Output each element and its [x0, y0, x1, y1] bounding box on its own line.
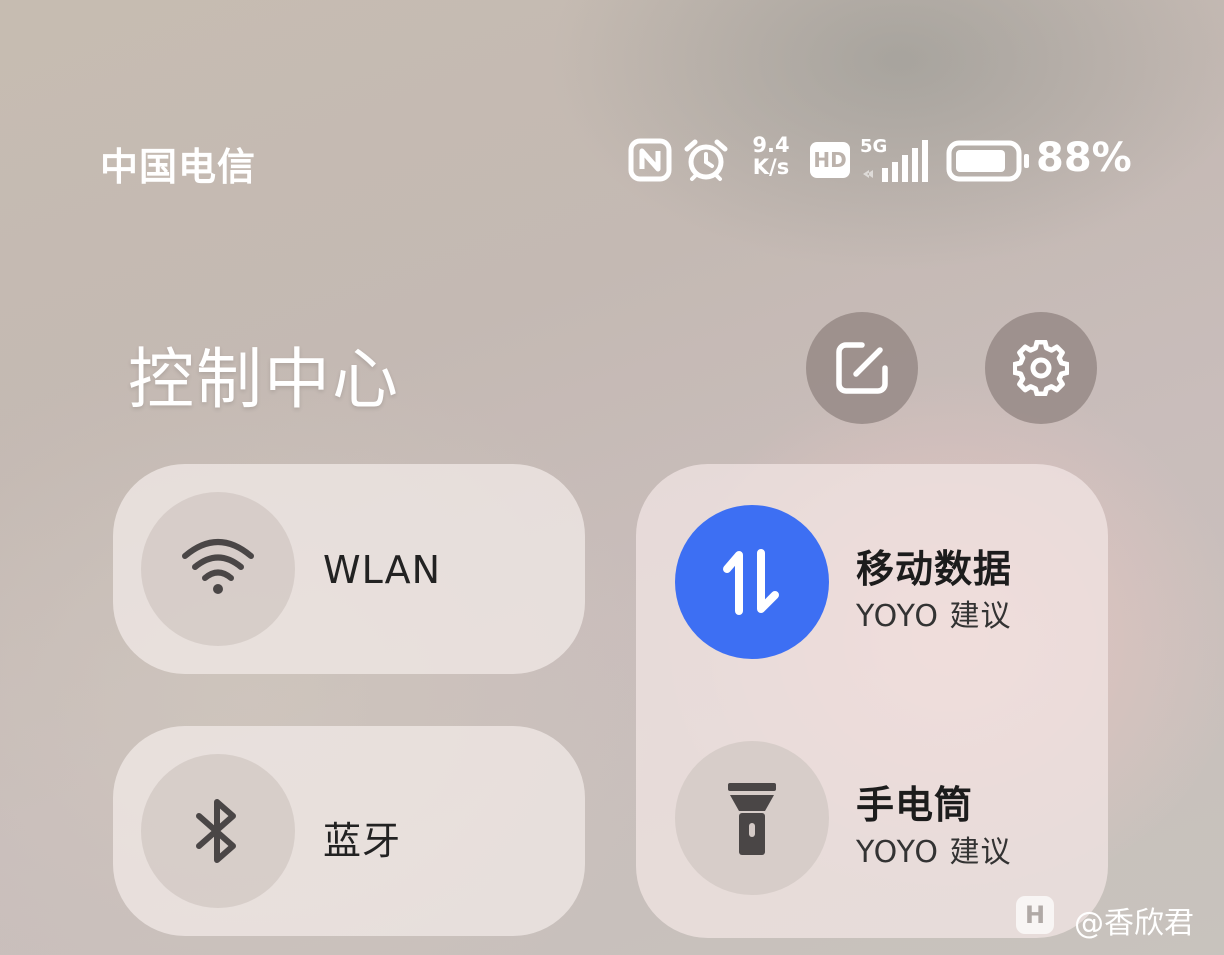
hd-label: HD	[813, 148, 847, 172]
bluetooth-icon	[196, 799, 236, 863]
carrier-label: 中国电信	[100, 145, 257, 189]
nfc-icon	[628, 138, 672, 182]
flashlight-icon	[728, 783, 776, 855]
watermark-text: @香欣君	[1074, 906, 1194, 941]
signal-icon	[863, 140, 928, 182]
page-title: 控制中心	[128, 341, 400, 418]
mobile-data-button[interactable]	[675, 505, 829, 659]
net-speed-value: 9.4	[752, 133, 790, 157]
flashlight-button[interactable]	[675, 741, 829, 895]
gear-icon	[1013, 340, 1069, 396]
flashlight-title: 手电筒	[856, 783, 974, 827]
wifi-icon	[182, 539, 254, 594]
net-speed-unit: K/s	[752, 155, 790, 179]
mobile-data-title: 移动数据	[856, 547, 1013, 591]
status-icons: 9.4 K/s HD 5G 88%	[626, 134, 1146, 186]
alarm-icon	[684, 139, 728, 181]
wlan-tile[interactable]: WLAN	[113, 464, 585, 674]
flashlight-suggestion: YOYO 建议	[856, 835, 1012, 870]
settings-button[interactable]	[985, 312, 1097, 424]
battery-percent: 88%	[1036, 135, 1132, 181]
edit-icon	[836, 342, 888, 394]
hd-icon: HD	[810, 142, 850, 178]
net-speed: 9.4 K/s	[746, 134, 796, 178]
bluetooth-tile[interactable]: 蓝牙	[113, 726, 585, 936]
bluetooth-label: 蓝牙	[323, 819, 402, 863]
wlan-icon-button[interactable]	[141, 492, 295, 646]
watermark: H @香欣君	[1016, 896, 1216, 941]
suggestion-tile-group: 移动数据 YOYO 建议 手电筒 YOYO 建议	[636, 464, 1108, 938]
watermark-badge: H	[1016, 896, 1054, 934]
battery-icon	[946, 140, 1029, 182]
wlan-label: WLAN	[323, 548, 442, 592]
edit-button[interactable]	[806, 312, 918, 424]
mobile-data-suggestion: YOYO 建议	[856, 599, 1012, 634]
bluetooth-icon-button[interactable]	[141, 754, 295, 908]
data-arrows-icon	[723, 549, 779, 615]
